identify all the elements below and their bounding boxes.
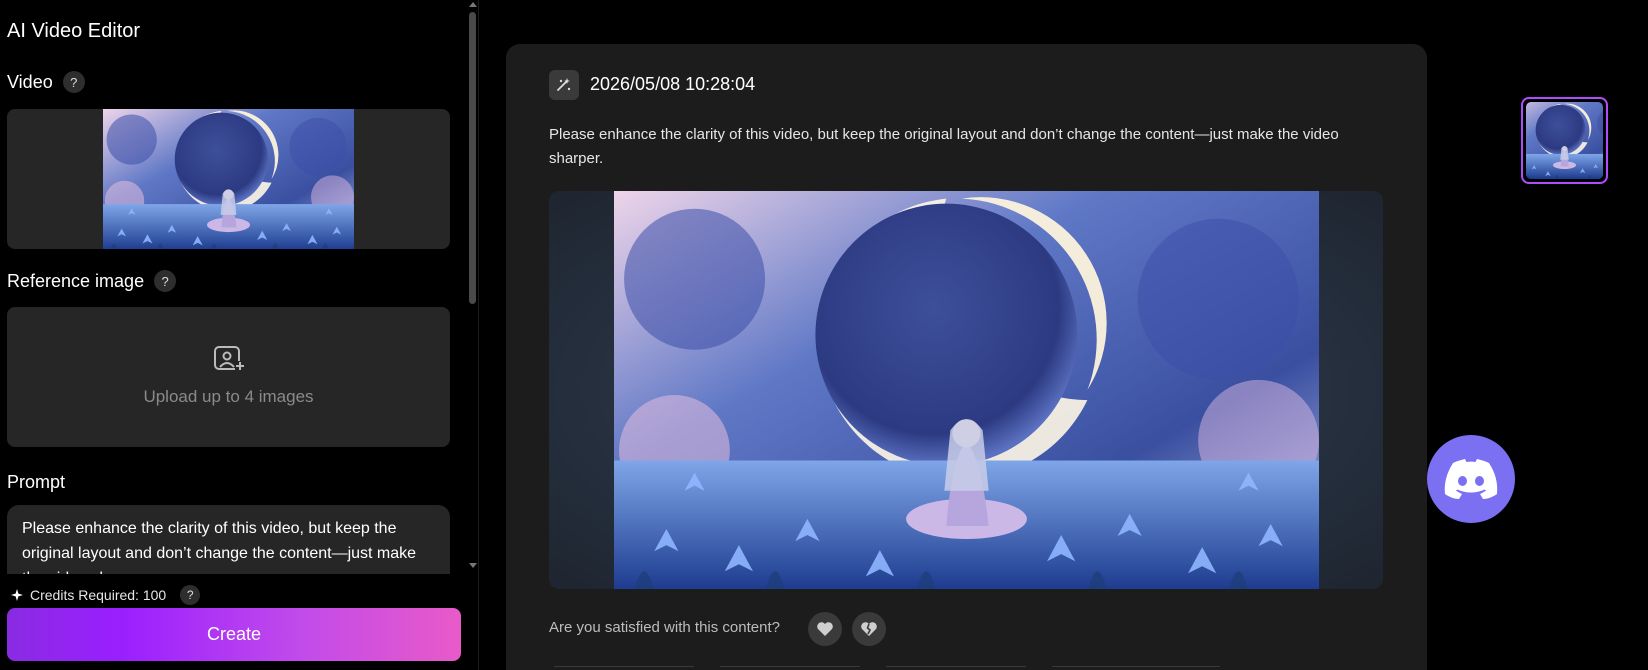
upload-hint: Upload up to 4 images [143,387,314,406]
heart-icon [817,622,833,636]
action-tab-4[interactable] [1052,666,1220,667]
task-timestamp: 2026/05/08 10:28:04 [590,74,756,94]
app-title: AI Video Editor [7,20,141,42]
left-panel: AI Video Editor Video ? Reference image … [0,0,478,670]
like-button[interactable] [808,612,842,646]
scroll-thumb[interactable] [469,12,476,304]
video-section-header: Video ? [7,71,85,93]
video-label: Video [7,71,53,92]
create-button[interactable]: Create [7,608,461,661]
scroll-down-arrow-icon[interactable] [469,563,477,568]
video-thumbnail [103,109,354,249]
action-tab-2[interactable] [720,666,860,667]
reference-help-icon[interactable]: ? [154,270,177,292]
result-video-player[interactable] [549,191,1383,589]
prompt-textarea[interactable]: Please enhance the clarity of this video… [7,505,450,574]
scroll-up-arrow-icon[interactable] [469,2,477,7]
action-tab-1[interactable] [554,666,694,667]
reference-upload-box[interactable]: Upload up to 4 images [7,307,450,447]
prompt-section-header: Prompt [7,472,65,493]
reference-section-header: Reference image ? [7,270,177,292]
video-help-icon[interactable]: ? [62,71,85,93]
image-upload-icon [214,346,245,371]
history-thumbnail[interactable] [1521,97,1608,184]
action-tab-3[interactable] [886,666,1026,667]
credits-label: Credits Required: 100 [30,587,167,603]
discord-button[interactable] [1427,435,1515,523]
discord-icon [1444,459,1498,499]
task-prompt-text: Please enhance the clarity of this video… [549,126,1339,167]
result-video-frame [614,191,1319,589]
feedback-question: Are you satisfied with this content? [549,619,780,636]
sparkle-icon [11,589,23,601]
broken-heart-icon [861,622,877,636]
settings-scroll-area: AI Video Editor Video ? Reference image … [0,0,462,574]
credits-help-icon[interactable]: ? [180,585,201,605]
panel-divider [478,0,479,670]
reference-label: Reference image [7,270,145,291]
dislike-button[interactable] [852,612,886,646]
credits-info: Credits Required: 100 ? [10,582,450,608]
prompt-label: Prompt [7,472,66,492]
history-thumbnail-image [1526,102,1603,179]
task-sparkle-icon [549,70,579,100]
left-scrollbar[interactable] [466,0,478,574]
video-upload-box[interactable] [7,109,450,249]
result-card: 2026/05/08 10:28:04 Please enhance the c… [506,44,1427,670]
